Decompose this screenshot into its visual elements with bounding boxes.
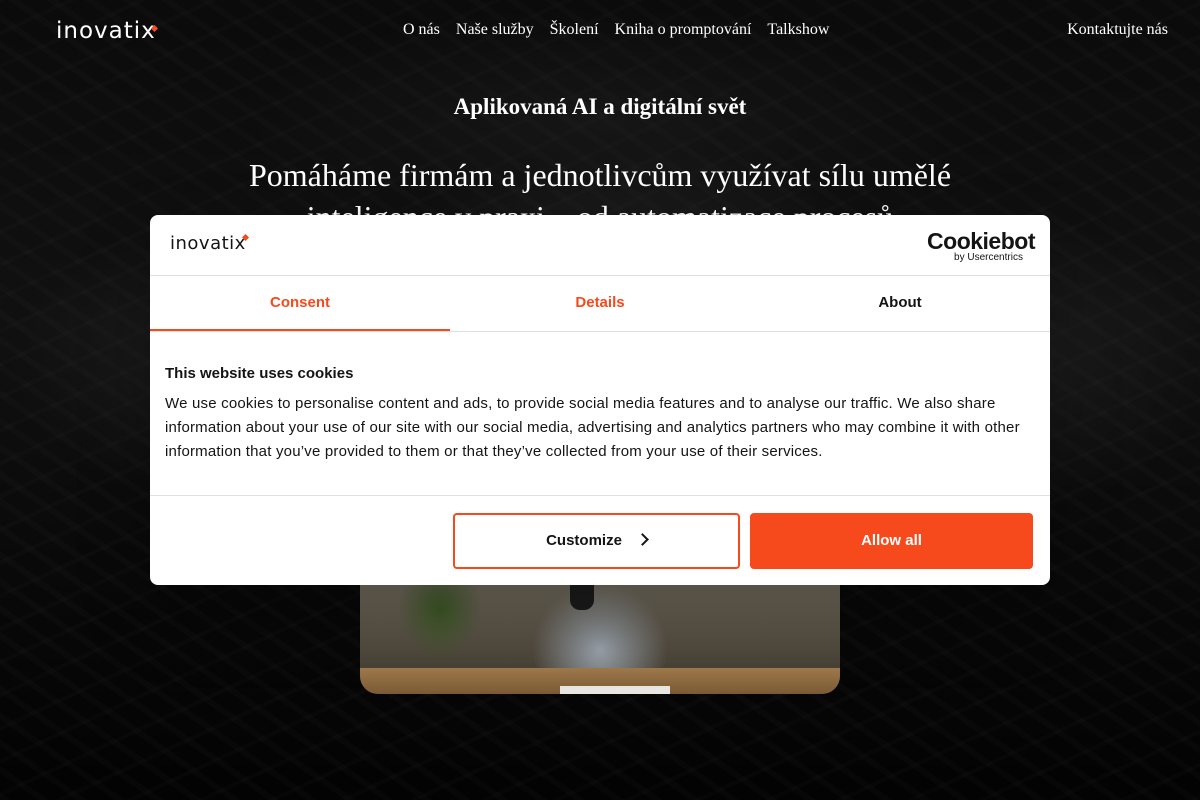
customize-button[interactable]: Customize bbox=[453, 513, 740, 569]
video-paper bbox=[560, 686, 670, 694]
dialog-logo-text: inovatix bbox=[170, 233, 246, 254]
nav-item-about[interactable]: O nás bbox=[395, 21, 448, 39]
dialog-header: inovatix Cookiebot by Usercentrics bbox=[150, 215, 1050, 276]
dialog-logo: inovatix bbox=[170, 233, 251, 254]
site-logo[interactable]: inovatix bbox=[56, 18, 158, 44]
tab-consent[interactable]: Consent bbox=[150, 276, 450, 331]
chevron-right-icon bbox=[636, 533, 649, 546]
site-header: inovatix O nás Naše služby Školení Kniha… bbox=[0, 0, 1200, 64]
logo-text: inovati bbox=[56, 18, 142, 44]
cookie-consent-dialog: inovatix Cookiebot by Usercentrics Conse… bbox=[150, 215, 1050, 585]
allow-all-button[interactable]: Allow all bbox=[750, 513, 1033, 569]
customize-label: Customize bbox=[546, 532, 622, 549]
cookiebot-name: Cookiebot bbox=[927, 228, 1035, 254]
cookiebot-logo[interactable]: Cookiebot by Usercentrics bbox=[927, 229, 1035, 263]
nav-item-training[interactable]: Školení bbox=[542, 21, 607, 39]
dialog-body: This website uses cookies We use cookies… bbox=[165, 365, 1035, 464]
dialog-footer: Customize Allow all bbox=[150, 495, 1050, 585]
dialog-heading: This website uses cookies bbox=[165, 365, 354, 382]
dialog-text: We use cookies to personalise content an… bbox=[165, 395, 1020, 460]
contact-link[interactable]: Kontaktujte nás bbox=[1067, 21, 1168, 39]
cookiebot-sub: by Usercentrics bbox=[954, 252, 1023, 263]
tab-about[interactable]: About bbox=[750, 276, 1050, 331]
dialog-tabs: Consent Details About bbox=[150, 276, 1050, 332]
nav-item-services[interactable]: Naše služby bbox=[448, 21, 542, 39]
main-nav: O nás Naše služby Školení Kniha o prompt… bbox=[395, 21, 837, 39]
hero-kicker: Aplikovaná AI a digitální svět bbox=[453, 94, 747, 119]
tab-details[interactable]: Details bbox=[450, 276, 750, 331]
nav-item-prompting-book[interactable]: Kniha o promptování bbox=[607, 21, 760, 39]
nav-item-talkshow[interactable]: Talkshow bbox=[759, 21, 837, 39]
